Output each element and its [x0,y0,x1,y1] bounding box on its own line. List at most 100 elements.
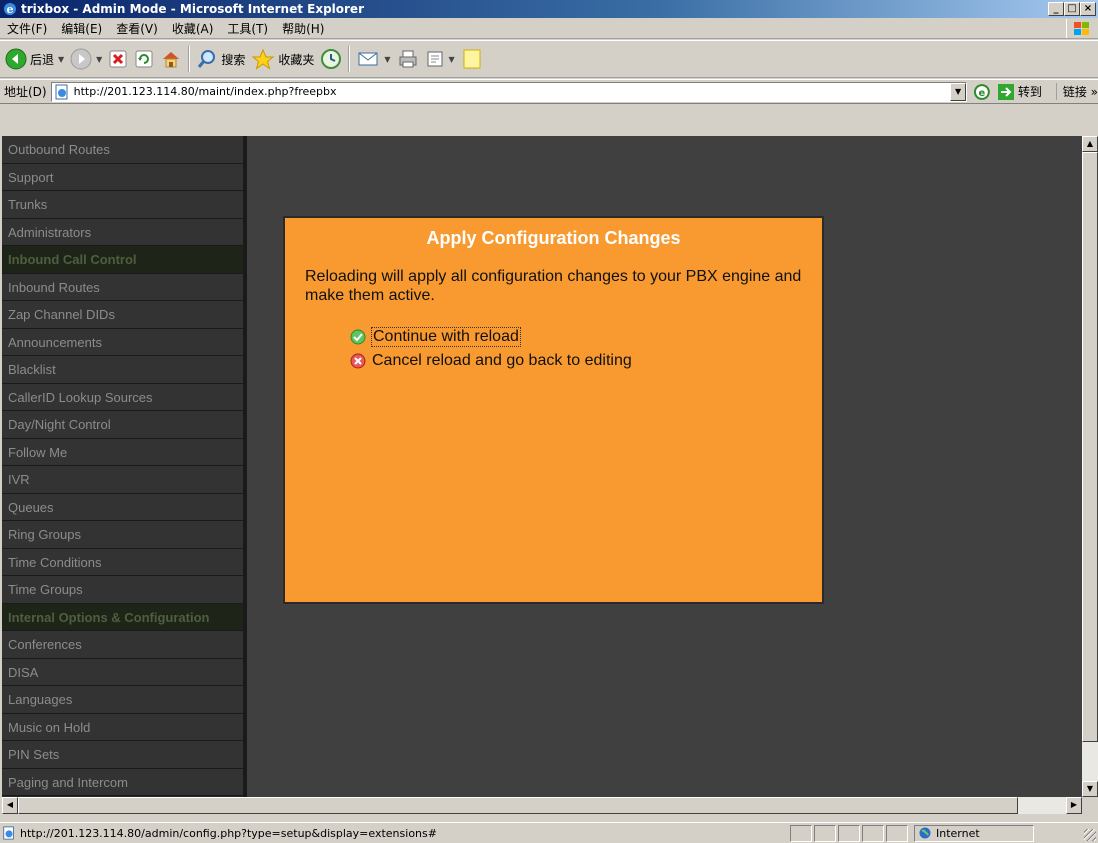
home-icon [163,52,180,68]
forward-dropdown-icon[interactable]: ▼ [96,55,102,64]
back-button[interactable]: 后退 ▼ [2,43,67,75]
stop-button[interactable] [105,43,131,75]
menu-tools[interactable]: 工具(T) [220,20,275,37]
sidebar-item-zap-channel-dids[interactable]: Zap Channel DIDs [2,301,247,329]
scroll-left-icon[interactable]: ◀ [2,797,18,814]
menu-bar: 文件(F) 编辑(E) 查看(V) 收藏(A) 工具(T) 帮助(H) [0,18,1098,39]
edit-dropdown-icon[interactable]: ▼ [449,55,455,64]
vertical-scroll-thumb[interactable] [1082,152,1098,742]
cancel-reload-label: Cancel reload and go back to editing [372,352,632,369]
maximize-button[interactable]: □ [1064,2,1080,16]
sidebar-item-pin-sets[interactable]: PIN Sets [2,741,247,769]
favorites-button[interactable]: 收藏夹 [248,43,317,75]
sidebar-item-time-groups[interactable]: Time Groups [2,576,247,604]
privacy-icon[interactable]: e [973,83,991,101]
sidebar-item-outbound-routes[interactable]: Outbound Routes [2,136,247,164]
sidebar-item-callerid-lookup-sources[interactable]: CallerID Lookup Sources [2,383,247,411]
discuss-button[interactable] [458,43,486,75]
toolbar: 后退 ▼ ▼ 搜索 收藏夹 ▼ ▼ [0,40,1098,78]
apply-config-dialog: Apply Configuration Changes Reloading wi… [283,216,824,604]
sidebar-item-follow-me[interactable]: Follow Me [2,438,247,466]
cancel-reload-link[interactable]: Cancel reload and go back to editing [350,349,822,373]
sidebar-item-conferences[interactable]: Conferences [2,631,247,659]
address-input[interactable]: http://201.123.114.80/maint/index.php?fr… [50,81,968,102]
sidebar-item-announcements[interactable]: Announcements [2,328,247,356]
status-cell [790,824,812,842]
toolbar-separator [188,46,191,72]
vertical-scrollbar[interactable]: ▲ ▼ [1082,136,1098,797]
sidebar-item-support[interactable]: Support [2,163,247,191]
sidebar-item-trunks[interactable]: Trunks [2,191,247,219]
go-button[interactable]: 转到 [997,83,1042,101]
sidebar-item-paging-and-intercom[interactable]: Paging and Intercom [2,768,247,796]
sidebar-item-blacklist[interactable]: Blacklist [2,356,247,384]
links-button[interactable]: 链接 » [1055,83,1098,100]
go-label: 转到 [1017,85,1042,99]
sidebar-item-queues[interactable]: Queues [2,493,247,521]
continue-reload-link[interactable]: Continue with reload [350,325,822,349]
history-button[interactable] [317,43,345,75]
status-cell [862,824,884,842]
sidebar-item-music-on-hold[interactable]: Music on Hold [2,713,247,741]
sidebar-item-disa[interactable]: DISA [2,658,247,686]
edit-button[interactable]: ▼ [422,43,458,75]
status-page-icon [3,826,14,840]
home-button[interactable] [157,43,185,75]
stop-icon [109,50,127,68]
sidebar-item-administrators[interactable]: Administrators [2,218,247,246]
sidebar-item-languages[interactable]: Languages [2,686,247,714]
status-cell [838,824,860,842]
sticky-note-icon [463,49,481,69]
menu-view[interactable]: 查看(V) [109,20,165,37]
security-zone[interactable]: Internet [914,824,1034,842]
mail-dropdown-icon[interactable]: ▼ [384,55,390,64]
dialog-message: Reloading will apply all configuration c… [305,268,802,304]
back-dropdown-icon[interactable]: ▼ [58,55,64,64]
back-label: 后退 [30,52,55,67]
refresh-button[interactable] [131,43,157,75]
globe-icon [919,827,931,839]
status-url: http://201.123.114.80/admin/config.php?t… [20,826,437,840]
sidebar-item-ring-groups[interactable]: Ring Groups [2,521,247,549]
horizontal-scroll-thumb[interactable] [18,797,1018,814]
scroll-up-icon[interactable]: ▲ [1082,136,1098,152]
search-icon [198,50,216,68]
print-icon [399,50,417,68]
address-dropdown-icon[interactable]: ▼ [950,82,967,101]
page-content: Outbound Routes Support Trunks Administrato… [2,136,1082,797]
edit-page-icon [427,51,443,67]
scroll-down-icon[interactable]: ▼ [1082,781,1098,797]
sidebar-item-ivr[interactable]: IVR [2,466,247,494]
favorites-label: 收藏夹 [278,52,315,67]
forward-button[interactable]: ▼ [67,43,105,75]
back-arrow-icon [5,48,27,70]
menu-favorites[interactable]: 收藏(A) [165,20,221,37]
sidebar-item-inbound-routes[interactable]: Inbound Routes [2,273,247,301]
sidebar-header-inbound-call-control: Inbound Call Control [2,246,247,274]
windows-logo-icon [1066,19,1096,38]
address-label: 地址(D) [4,85,47,99]
menu-help[interactable]: 帮助(H) [275,20,331,37]
print-button[interactable] [394,43,422,75]
menu-file[interactable]: 文件(F) [0,20,54,37]
sidebar-item-day-night-control[interactable]: Day/Night Control [2,411,247,439]
horizontal-scrollbar[interactable]: ◀ ▶ [2,797,1082,814]
toolbar-separator [348,46,351,72]
svg-text:e: e [7,3,14,16]
menu-edit[interactable]: 编辑(E) [54,20,109,37]
search-button[interactable]: 搜索 [193,43,248,75]
check-icon [350,329,366,345]
window-title-bar[interactable]: e trixbox - Admin Mode - Microsoft Inter… [0,0,1098,18]
close-button[interactable]: × [1080,2,1096,16]
refresh-icon [135,50,153,68]
mail-button[interactable]: ▼ [353,43,393,75]
scroll-right-icon[interactable]: ▶ [1066,797,1082,814]
resize-grip[interactable] [1084,829,1096,841]
minimize-button[interactable]: _ [1048,2,1064,16]
scroll-corner [1082,797,1098,814]
status-bar: http://201.123.114.80/admin/config.php?t… [0,822,1098,843]
status-cell [886,824,908,842]
history-icon [321,49,342,69]
window-title: trixbox - Admin Mode - Microsoft Interne… [21,2,364,16]
sidebar-item-time-conditions[interactable]: Time Conditions [2,548,247,576]
